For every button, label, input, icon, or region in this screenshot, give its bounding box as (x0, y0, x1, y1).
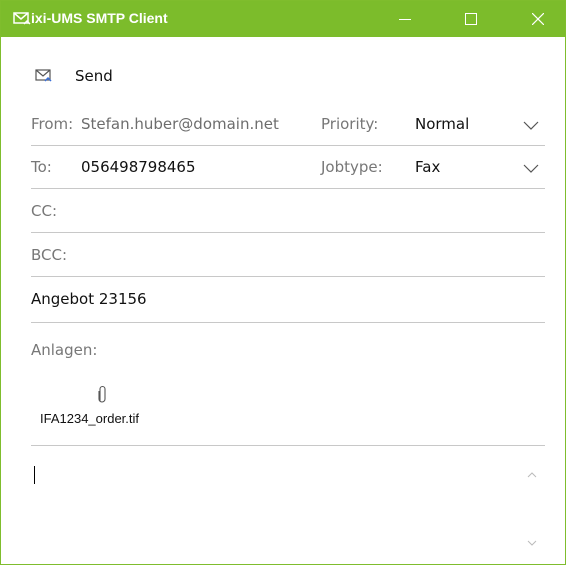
priority-label: Priority: (321, 115, 379, 133)
from-value[interactable]: Stefan.huber@domain.net (81, 115, 279, 133)
to-field[interactable]: 056498798465 (81, 158, 196, 176)
from-row: From: Stefan.huber@domain.net Priority: … (31, 103, 545, 146)
attachments-section: Anlagen: (31, 323, 545, 446)
close-icon (532, 13, 544, 25)
bcc-row[interactable]: BCC: (31, 233, 545, 277)
toolbar: Send (1, 57, 561, 93)
maximize-icon (465, 13, 477, 25)
message-body[interactable] (31, 447, 521, 561)
scroll-down-icon[interactable] (526, 539, 538, 547)
attachment-filename[interactable]: IFA1234_order.tif (40, 411, 139, 426)
subject-row[interactable]: Angebot 23156 (31, 277, 545, 323)
close-button[interactable] (515, 1, 561, 37)
subject-field[interactable]: Angebot 23156 (31, 290, 147, 308)
title-bar[interactable]: ixi-UMS SMTP Client (1, 1, 565, 37)
jobtype-select[interactable]: Fax (415, 158, 440, 176)
send-button[interactable]: Send (75, 67, 113, 85)
scroll-up-icon[interactable] (526, 471, 538, 479)
cc-label: CC: (31, 202, 58, 220)
minimize-icon (399, 19, 411, 20)
minimize-button[interactable] (382, 1, 428, 37)
window-title: ixi-UMS SMTP Client (31, 10, 168, 26)
priority-chevron-down-icon[interactable] (523, 121, 539, 131)
text-cursor (34, 466, 35, 484)
priority-select[interactable]: Normal (415, 115, 469, 133)
smtp-client-window: ixi-UMS SMTP Client Send From: Stefan.hu… (0, 0, 566, 565)
attachments-label: Anlagen: (31, 341, 98, 359)
cc-row[interactable]: CC: (31, 189, 545, 233)
jobtype-chevron-down-icon[interactable] (523, 164, 539, 174)
jobtype-label: Jobtype: (321, 158, 383, 176)
mail-app-icon (13, 12, 31, 25)
to-row: To: 056498798465 Jobtype: Fax (31, 146, 545, 189)
send-icon[interactable] (35, 68, 53, 84)
to-label: To: (31, 158, 52, 176)
bcc-label: BCC: (31, 246, 68, 264)
maximize-button[interactable] (448, 1, 494, 37)
from-label: From: (31, 115, 74, 133)
paperclip-icon[interactable] (96, 384, 108, 404)
